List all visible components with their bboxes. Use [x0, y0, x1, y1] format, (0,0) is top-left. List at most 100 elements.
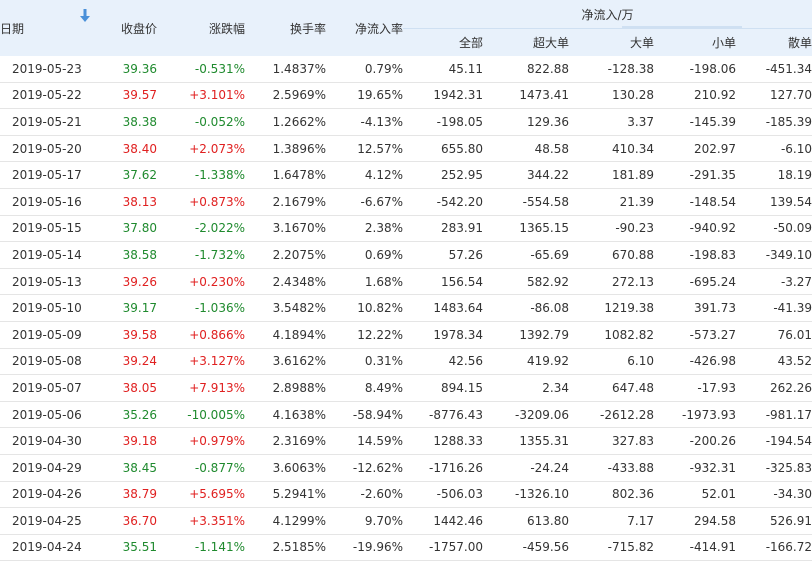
header-net-rate[interactable]: 净流入率: [326, 0, 403, 56]
table-row[interactable]: 2019-05-13 39.26 +0.230% 2.4348% 1.68% 156.54…: [0, 268, 812, 296]
cell-flow-retail: 43.52: [736, 348, 812, 376]
table-row[interactable]: 2019-05-10 39.17 -1.036% 3.5482% 10.82% 1483.…: [0, 294, 812, 322]
cell-flow-all: 1942.31: [403, 82, 483, 110]
table-row[interactable]: 2019-04-24 35.51 -1.141% 2.5185% -19.96% -175…: [0, 534, 812, 561]
cell-flow-retail: -349.10: [736, 241, 812, 269]
cell-flow-retail: -981.17: [736, 401, 812, 429]
cell-net-rate: -4.13%: [326, 108, 403, 136]
cell-date: 2019-05-10: [0, 294, 92, 322]
cell-net-rate: 0.31%: [326, 348, 403, 376]
cell-close: 35.51: [92, 534, 157, 561]
cell-flow-small: 202.97: [654, 135, 736, 163]
table-row[interactable]: 2019-05-09 39.58 +0.866% 4.1894% 12.22% 1978.…: [0, 321, 812, 349]
cell-date: 2019-05-07: [0, 374, 92, 402]
cell-date: 2019-05-21: [0, 108, 92, 136]
cell-net-rate: 10.82%: [326, 294, 403, 322]
cell-flow-small: -17.93: [654, 374, 736, 402]
table-row[interactable]: 2019-04-26 38.79 +5.695% 5.2941% -2.60% -506.…: [0, 481, 812, 509]
cell-flow-big: 647.48: [569, 374, 654, 402]
cell-flow-all: -542.20: [403, 188, 483, 216]
table-row[interactable]: 2019-05-06 35.26 -10.005% 4.1638% -58.94% -87…: [0, 401, 812, 429]
header-close[interactable]: 收盘价: [92, 0, 157, 56]
cell-date: 2019-05-16: [0, 188, 92, 216]
table-row[interactable]: 2019-05-22 39.57 +3.101% 2.5969% 19.65% 1942.…: [0, 82, 812, 110]
table-row[interactable]: 2019-05-17 37.62 -1.338% 1.6478% 4.12% 252.95…: [0, 161, 812, 189]
cell-flow-all: 156.54: [403, 268, 483, 296]
cell-flow-super: 48.58: [483, 135, 569, 163]
header-change[interactable]: 涨跌幅: [157, 0, 245, 56]
cell-turnover: 2.1679%: [245, 188, 326, 216]
cell-flow-small: -1973.93: [654, 401, 736, 429]
header-flow-big[interactable]: 大单: [569, 28, 654, 56]
cell-close: 39.26: [92, 268, 157, 296]
cell-net-rate: -12.62%: [326, 454, 403, 482]
cell-net-rate: -58.94%: [326, 401, 403, 429]
cell-date: 2019-05-14: [0, 241, 92, 269]
cell-flow-retail: 18.19: [736, 161, 812, 189]
cell-flow-retail: -185.39: [736, 108, 812, 136]
table-row[interactable]: 2019-05-20 38.40 +2.073% 1.3896% 12.57% 655.8…: [0, 135, 812, 163]
cell-flow-super: -24.24: [483, 454, 569, 482]
table-row[interactable]: 2019-05-07 38.05 +7.913% 2.8988% 8.49% 894.15…: [0, 374, 812, 402]
cell-flow-retail: -194.54: [736, 427, 812, 455]
header-date[interactable]: 日期: [0, 0, 92, 56]
cell-flow-retail: 526.91: [736, 507, 812, 535]
table-row[interactable]: 2019-05-21 38.38 -0.052% 1.2662% -4.13% -198.…: [0, 108, 812, 136]
cell-flow-big: 21.39: [569, 188, 654, 216]
table-body: 2019-05-23 39.36 -0.531% 1.4837% 0.79% 45.11 8…: [0, 56, 812, 561]
cell-flow-small: -695.24: [654, 268, 736, 296]
cell-close: 38.79: [92, 481, 157, 509]
header-flow-super[interactable]: 超大单: [483, 28, 569, 56]
table-row[interactable]: 2019-04-29 38.45 -0.877% 3.6063% -12.62% -171…: [0, 454, 812, 482]
cell-change: -0.877%: [157, 454, 245, 482]
cell-flow-super: 129.36: [483, 108, 569, 136]
cell-change: -0.052%: [157, 108, 245, 136]
table-row[interactable]: 2019-05-16 38.13 +0.873% 2.1679% -6.67% -542.…: [0, 188, 812, 216]
cell-close: 38.38: [92, 108, 157, 136]
header-flow-retail[interactable]: 散单: [736, 28, 812, 56]
cell-turnover: 2.3169%: [245, 427, 326, 455]
cell-change: -1.732%: [157, 241, 245, 269]
cell-flow-retail: -34.30: [736, 481, 812, 509]
cell-flow-small: 210.92: [654, 82, 736, 110]
header-flow-all[interactable]: 全部: [403, 28, 483, 56]
sort-down-arrow-icon[interactable]: [80, 9, 90, 23]
cell-flow-super: -1326.10: [483, 481, 569, 509]
cell-flow-super: 613.80: [483, 507, 569, 535]
header-date-label: 日期: [0, 21, 25, 36]
cell-flow-super: -3209.06: [483, 401, 569, 429]
table-row[interactable]: 2019-05-08 39.24 +3.127% 3.6162% 0.31% 42.56 4…: [0, 348, 812, 376]
cell-change: -10.005%: [157, 401, 245, 429]
cell-close: 38.40: [92, 135, 157, 163]
table-row[interactable]: 2019-05-15 37.80 -2.022% 3.1670% 2.38% 283.91…: [0, 215, 812, 243]
table-row[interactable]: 2019-05-23 39.36 -0.531% 1.4837% 0.79% 45.11 8…: [0, 56, 812, 83]
cell-close: 38.58: [92, 241, 157, 269]
cell-net-rate: 4.12%: [326, 161, 403, 189]
cell-flow-retail: 76.01: [736, 321, 812, 349]
cell-change: -2.022%: [157, 215, 245, 243]
header-flow-small[interactable]: 小单: [654, 28, 736, 56]
cell-turnover: 3.6063%: [245, 454, 326, 482]
cell-date: 2019-05-09: [0, 321, 92, 349]
table-row[interactable]: 2019-04-25 36.70 +3.351% 4.1299% 9.70% 1442.4…: [0, 507, 812, 535]
header-turnover[interactable]: 换手率: [245, 0, 326, 56]
table-row[interactable]: 2019-05-14 38.58 -1.732% 2.2075% 0.69% 57.26-…: [0, 241, 812, 269]
cell-turnover: 2.8988%: [245, 374, 326, 402]
cell-net-rate: -2.60%: [326, 481, 403, 509]
cell-flow-super: -554.58: [483, 188, 569, 216]
cell-turnover: 4.1638%: [245, 401, 326, 429]
cell-flow-retail: -451.34: [736, 56, 812, 83]
cell-flow-all: 42.56: [403, 348, 483, 376]
cell-flow-all: 1978.34: [403, 321, 483, 349]
cell-turnover: 1.4837%: [245, 56, 326, 83]
cell-flow-retail: 262.26: [736, 374, 812, 402]
cell-change: -0.531%: [157, 56, 245, 83]
cell-flow-big: 130.28: [569, 82, 654, 110]
cell-close: 38.45: [92, 454, 157, 482]
header-flow-group: 净流入/万: [403, 0, 812, 29]
cell-date: 2019-04-26: [0, 481, 92, 509]
cell-flow-small: -200.26: [654, 427, 736, 455]
cell-flow-super: 1392.79: [483, 321, 569, 349]
table-row[interactable]: 2019-04-30 39.18 +0.979% 2.3169% 14.59% 1288.…: [0, 427, 812, 455]
cell-net-rate: -6.67%: [326, 188, 403, 216]
